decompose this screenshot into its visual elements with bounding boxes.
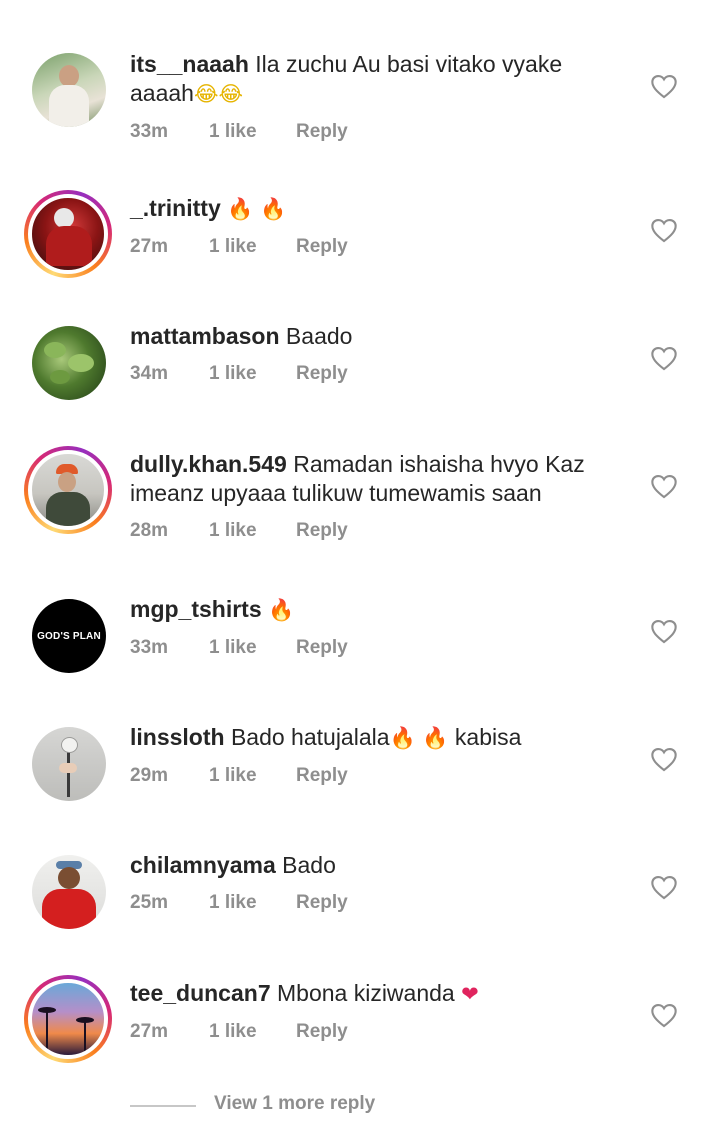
comment-text: Ila zuchu Au basi vitako vyake bbox=[248, 51, 563, 77]
comment-time: 28m bbox=[130, 520, 169, 541]
comment-text: Bado hatujalala bbox=[224, 724, 390, 750]
comment-time: 25m bbox=[130, 892, 169, 913]
avatar-story-ring[interactable] bbox=[24, 446, 112, 534]
reply-button[interactable]: Reply bbox=[296, 637, 348, 659]
comment-username[interactable]: tee_duncan7 bbox=[130, 980, 271, 1006]
comment-text: Ramadan ishaisha hvyo Kaz bbox=[286, 451, 585, 477]
comment-username[interactable]: dully.khan.549 bbox=[130, 451, 287, 477]
avatar[interactable]: GOD'S PLAN bbox=[32, 599, 106, 673]
comment-likes[interactable]: 1 like bbox=[209, 637, 257, 659]
comment-time: 27m bbox=[130, 236, 169, 257]
fire-emoji: 🔥 🔥 bbox=[227, 197, 287, 221]
avatar[interactable] bbox=[32, 326, 106, 400]
comment-username[interactable]: its__naaah bbox=[130, 51, 249, 77]
heart-outline-icon[interactable] bbox=[650, 217, 678, 243]
comment-text-after: kabisa bbox=[448, 724, 522, 750]
comment-time: 33m bbox=[130, 637, 169, 658]
heart-outline-icon[interactable] bbox=[650, 874, 678, 900]
comment-likes[interactable]: 1 like bbox=[209, 520, 257, 542]
avatar-story-ring[interactable] bbox=[24, 975, 112, 1063]
comment-username[interactable]: linssloth bbox=[130, 724, 225, 750]
comment-username[interactable]: mattambason bbox=[130, 323, 280, 349]
comment-text: Baado bbox=[279, 323, 353, 349]
comment-time: 34m bbox=[130, 363, 169, 384]
comment-likes[interactable]: 1 like bbox=[209, 1021, 257, 1043]
comment-text: Mbona kiziwanda bbox=[270, 980, 455, 1006]
comment-likes[interactable]: 1 like bbox=[209, 236, 257, 258]
avatar[interactable] bbox=[32, 727, 106, 801]
heart-outline-icon[interactable] bbox=[650, 473, 678, 499]
reply-button[interactable]: Reply bbox=[296, 765, 348, 787]
comment-likes[interactable]: 1 like bbox=[209, 121, 257, 143]
reply-button[interactable]: Reply bbox=[296, 363, 348, 385]
avatar[interactable] bbox=[32, 855, 106, 929]
view-more-replies[interactable]: View 1 more reply bbox=[130, 1093, 530, 1119]
heart-outline-icon[interactable] bbox=[650, 345, 678, 371]
reply-button[interactable]: Reply bbox=[296, 1021, 348, 1043]
comment-text-line2: aaaah bbox=[130, 80, 194, 106]
red-heart-emoji: ❤ bbox=[461, 982, 479, 1006]
reply-button[interactable]: Reply bbox=[296, 892, 348, 914]
divider-line bbox=[130, 1105, 196, 1107]
heart-outline-icon[interactable] bbox=[650, 618, 678, 644]
laugh-emoji: 😂😂 bbox=[193, 82, 244, 106]
heart-outline-icon[interactable] bbox=[650, 1002, 678, 1028]
fire-emoji: 🔥 🔥 bbox=[389, 726, 449, 750]
reply-button[interactable]: Reply bbox=[296, 236, 348, 258]
comment-time: 33m bbox=[130, 121, 169, 142]
comment-username[interactable]: chilamnyama bbox=[130, 852, 276, 878]
view-more-replies-label[interactable]: View 1 more reply bbox=[214, 1093, 375, 1115]
comment-likes[interactable]: 1 like bbox=[209, 892, 257, 914]
heart-outline-icon[interactable] bbox=[650, 746, 678, 772]
reply-button[interactable]: Reply bbox=[296, 121, 348, 143]
comment-likes[interactable]: 1 like bbox=[209, 363, 257, 385]
comment-username[interactable]: _.trinitty bbox=[130, 195, 221, 221]
comment-text: Bado bbox=[275, 852, 336, 878]
reply-button[interactable]: Reply bbox=[296, 520, 348, 542]
comment-time: 27m bbox=[130, 1021, 169, 1042]
gods-plan-logo: GOD'S PLAN bbox=[37, 630, 101, 642]
comment-time: 29m bbox=[130, 765, 169, 786]
comment-likes[interactable]: 1 like bbox=[209, 765, 257, 787]
avatar-story-ring[interactable] bbox=[24, 190, 112, 278]
heart-outline-icon[interactable] bbox=[650, 73, 678, 99]
avatar[interactable] bbox=[32, 53, 106, 127]
comment-text-line2: imeanz upyaaa tulikuw tumewamis saan bbox=[130, 480, 542, 506]
comment-username[interactable]: mgp_tshirts bbox=[130, 596, 262, 622]
fire-emoji: 🔥 bbox=[268, 598, 295, 622]
